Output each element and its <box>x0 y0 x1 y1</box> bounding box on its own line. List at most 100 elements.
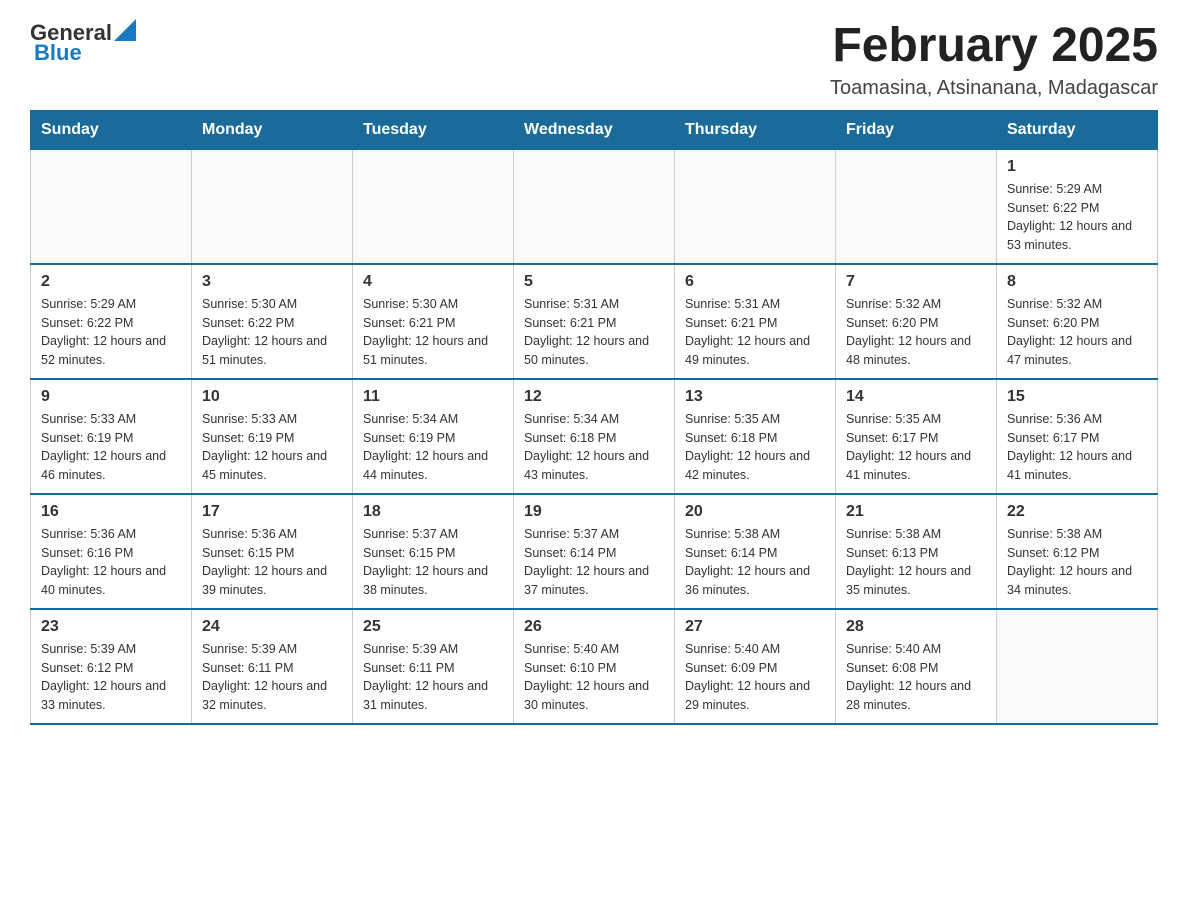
day-info: Sunrise: 5:38 AMSunset: 6:13 PMDaylight:… <box>846 525 986 600</box>
calendar-cell: 2 Sunrise: 5:29 AMSunset: 6:22 PMDaylight… <box>31 264 192 379</box>
calendar-body: 1 Sunrise: 5:29 AMSunset: 6:22 PMDaylight… <box>31 149 1158 724</box>
calendar-week-5: 23 Sunrise: 5:39 AMSunset: 6:12 PMDayligh… <box>31 609 1158 724</box>
day-number: 27 <box>685 618 825 636</box>
calendar-cell <box>675 149 836 264</box>
day-number: 16 <box>41 503 181 521</box>
day-info: Sunrise: 5:30 AMSunset: 6:22 PMDaylight:… <box>202 295 342 370</box>
day-info: Sunrise: 5:34 AMSunset: 6:19 PMDaylight:… <box>363 410 503 485</box>
day-info: Sunrise: 5:40 AMSunset: 6:10 PMDaylight:… <box>524 640 664 715</box>
calendar-cell: 7 Sunrise: 5:32 AMSunset: 6:20 PMDaylight… <box>836 264 997 379</box>
calendar-cell: 23 Sunrise: 5:39 AMSunset: 6:12 PMDayligh… <box>31 609 192 724</box>
day-header-friday: Friday <box>836 110 997 149</box>
calendar-cell: 18 Sunrise: 5:37 AMSunset: 6:15 PMDayligh… <box>353 494 514 609</box>
day-info: Sunrise: 5:36 AMSunset: 6:17 PMDaylight:… <box>1007 410 1147 485</box>
day-number: 19 <box>524 503 664 521</box>
day-header-monday: Monday <box>192 110 353 149</box>
day-info: Sunrise: 5:29 AMSunset: 6:22 PMDaylight:… <box>41 295 181 370</box>
calendar-cell <box>514 149 675 264</box>
day-number: 2 <box>41 273 181 291</box>
calendar-cell: 20Sunrise: 5:38 AMSunset: 6:14 PMDayligh… <box>675 494 836 609</box>
calendar-cell: 13 Sunrise: 5:35 AMSunset: 6:18 PMDayligh… <box>675 379 836 494</box>
logo-blue-text: Blue <box>34 40 82 66</box>
day-number: 7 <box>846 273 986 291</box>
day-info: Sunrise: 5:36 AMSunset: 6:15 PMDaylight:… <box>202 525 342 600</box>
calendar-cell: 8 Sunrise: 5:32 AMSunset: 6:20 PMDaylight… <box>997 264 1158 379</box>
day-info: Sunrise: 5:29 AMSunset: 6:22 PMDaylight:… <box>1007 180 1147 255</box>
day-info: Sunrise: 5:30 AMSunset: 6:21 PMDaylight:… <box>363 295 503 370</box>
calendar-week-3: 9 Sunrise: 5:33 AMSunset: 6:19 PMDaylight… <box>31 379 1158 494</box>
day-number: 22 <box>1007 503 1147 521</box>
day-number: 25 <box>363 618 503 636</box>
day-number: 12 <box>524 388 664 406</box>
calendar-week-2: 2 Sunrise: 5:29 AMSunset: 6:22 PMDaylight… <box>31 264 1158 379</box>
day-header-row: SundayMondayTuesdayWednesdayThursdayFrid… <box>31 110 1158 149</box>
day-number: 10 <box>202 388 342 406</box>
day-info: Sunrise: 5:34 AMSunset: 6:18 PMDaylight:… <box>524 410 664 485</box>
day-info: Sunrise: 5:40 AMSunset: 6:08 PMDaylight:… <box>846 640 986 715</box>
calendar-cell: 15 Sunrise: 5:36 AMSunset: 6:17 PMDayligh… <box>997 379 1158 494</box>
calendar-cell: 24 Sunrise: 5:39 AMSunset: 6:11 PMDayligh… <box>192 609 353 724</box>
title-block: February 2025 Toamasina, Atsinanana, Mad… <box>830 20 1158 100</box>
day-header-wednesday: Wednesday <box>514 110 675 149</box>
day-number: 18 <box>363 503 503 521</box>
day-number: 21 <box>846 503 986 521</box>
calendar-cell: 28Sunrise: 5:40 AMSunset: 6:08 PMDayligh… <box>836 609 997 724</box>
day-number: 3 <box>202 273 342 291</box>
day-info: Sunrise: 5:33 AMSunset: 6:19 PMDaylight:… <box>202 410 342 485</box>
calendar-cell <box>836 149 997 264</box>
day-number: 15 <box>1007 388 1147 406</box>
calendar-week-4: 16 Sunrise: 5:36 AMSunset: 6:16 PMDayligh… <box>31 494 1158 609</box>
day-info: Sunrise: 5:32 AMSunset: 6:20 PMDaylight:… <box>846 295 986 370</box>
calendar-cell <box>997 609 1158 724</box>
day-number: 20 <box>685 503 825 521</box>
page-header: General Blue February 2025 Toamasina, At… <box>30 20 1158 100</box>
calendar-cell: 4 Sunrise: 5:30 AMSunset: 6:21 PMDaylight… <box>353 264 514 379</box>
day-number: 26 <box>524 618 664 636</box>
calendar-cell: 3 Sunrise: 5:30 AMSunset: 6:22 PMDaylight… <box>192 264 353 379</box>
day-info: Sunrise: 5:32 AMSunset: 6:20 PMDaylight:… <box>1007 295 1147 370</box>
day-info: Sunrise: 5:38 AMSunset: 6:12 PMDaylight:… <box>1007 525 1147 600</box>
day-info: Sunrise: 5:33 AMSunset: 6:19 PMDaylight:… <box>41 410 181 485</box>
day-number: 13 <box>685 388 825 406</box>
calendar-cell <box>353 149 514 264</box>
day-number: 1 <box>1007 158 1147 176</box>
day-info: Sunrise: 5:35 AMSunset: 6:17 PMDaylight:… <box>846 410 986 485</box>
day-number: 9 <box>41 388 181 406</box>
day-number: 23 <box>41 618 181 636</box>
page-title: February 2025 <box>830 20 1158 73</box>
day-number: 17 <box>202 503 342 521</box>
calendar-cell: 11 Sunrise: 5:34 AMSunset: 6:19 PMDayligh… <box>353 379 514 494</box>
page-subtitle: Toamasina, Atsinanana, Madagascar <box>830 77 1158 100</box>
calendar-cell: 25Sunrise: 5:39 AMSunset: 6:11 PMDayligh… <box>353 609 514 724</box>
day-info: Sunrise: 5:40 AMSunset: 6:09 PMDaylight:… <box>685 640 825 715</box>
day-number: 24 <box>202 618 342 636</box>
calendar-cell: 5Sunrise: 5:31 AMSunset: 6:21 PMDaylight… <box>514 264 675 379</box>
day-info: Sunrise: 5:37 AMSunset: 6:15 PMDaylight:… <box>363 525 503 600</box>
calendar-cell <box>192 149 353 264</box>
calendar-week-1: 1 Sunrise: 5:29 AMSunset: 6:22 PMDaylight… <box>31 149 1158 264</box>
calendar-cell: 26 Sunrise: 5:40 AMSunset: 6:10 PMDayligh… <box>514 609 675 724</box>
calendar-cell: 6 Sunrise: 5:31 AMSunset: 6:21 PMDaylight… <box>675 264 836 379</box>
day-number: 6 <box>685 273 825 291</box>
day-info: Sunrise: 5:39 AMSunset: 6:12 PMDaylight:… <box>41 640 181 715</box>
day-number: 4 <box>363 273 503 291</box>
day-info: Sunrise: 5:35 AMSunset: 6:18 PMDaylight:… <box>685 410 825 485</box>
day-info: Sunrise: 5:31 AMSunset: 6:21 PMDaylight:… <box>524 295 664 370</box>
calendar-cell: 19Sunrise: 5:37 AMSunset: 6:14 PMDayligh… <box>514 494 675 609</box>
day-number: 11 <box>363 388 503 406</box>
day-info: Sunrise: 5:31 AMSunset: 6:21 PMDaylight:… <box>685 295 825 370</box>
logo: General Blue <box>30 20 136 66</box>
day-info: Sunrise: 5:39 AMSunset: 6:11 PMDaylight:… <box>202 640 342 715</box>
day-number: 8 <box>1007 273 1147 291</box>
calendar-cell: 9 Sunrise: 5:33 AMSunset: 6:19 PMDaylight… <box>31 379 192 494</box>
calendar-cell: 10 Sunrise: 5:33 AMSunset: 6:19 PMDayligh… <box>192 379 353 494</box>
calendar-cell: 17 Sunrise: 5:36 AMSunset: 6:15 PMDayligh… <box>192 494 353 609</box>
day-header-sunday: Sunday <box>31 110 192 149</box>
calendar-cell: 21 Sunrise: 5:38 AMSunset: 6:13 PMDayligh… <box>836 494 997 609</box>
calendar-cell <box>31 149 192 264</box>
calendar-cell: 27 Sunrise: 5:40 AMSunset: 6:09 PMDayligh… <box>675 609 836 724</box>
day-header-tuesday: Tuesday <box>353 110 514 149</box>
calendar-cell: 1 Sunrise: 5:29 AMSunset: 6:22 PMDaylight… <box>997 149 1158 264</box>
day-info: Sunrise: 5:36 AMSunset: 6:16 PMDaylight:… <box>41 525 181 600</box>
day-number: 14 <box>846 388 986 406</box>
